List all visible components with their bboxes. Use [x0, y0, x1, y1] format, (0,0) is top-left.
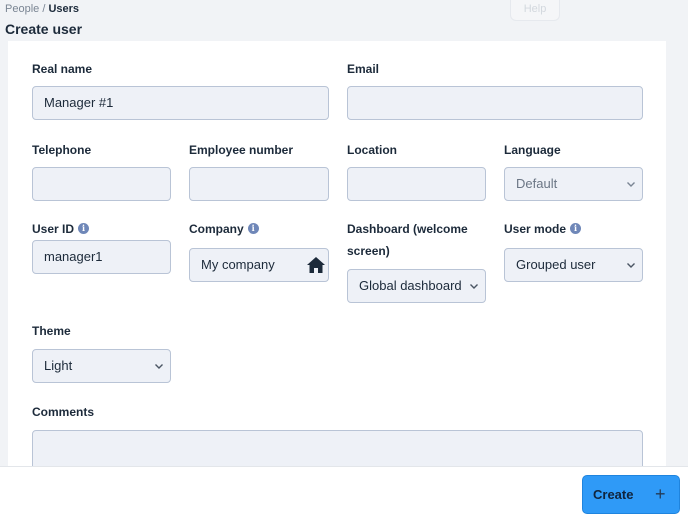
create-button-label: Create [593, 487, 634, 502]
create-button[interactable]: Create + [582, 475, 680, 514]
info-icon[interactable]: i [570, 223, 582, 234]
real-name-input[interactable]: Manager #1 [32, 86, 329, 120]
chevron-down-icon [470, 284, 478, 289]
company-label-text: Company [189, 222, 244, 236]
info-icon[interactable]: i [247, 223, 259, 234]
user-mode-label: User mode i [504, 218, 582, 240]
breadcrumb: People / Users [5, 3, 79, 15]
theme-select[interactable]: Light [32, 349, 171, 383]
company-label: Company i [189, 218, 259, 240]
employee-number-label: Employee number [189, 143, 294, 157]
chevron-down-icon [627, 182, 635, 187]
create-user-form: Real name Manager #1 Email Telephone Emp… [8, 41, 666, 466]
language-select[interactable]: Default [504, 167, 643, 201]
telephone-label: Telephone [32, 143, 92, 157]
plus-icon: + [655, 484, 666, 504]
dashboard-label-line2: screen) [347, 244, 390, 258]
dashboard-label: Dashboard (welcome screen) [347, 218, 487, 262]
user-mode-label-text: User mode [504, 222, 567, 236]
theme-label: Theme [32, 324, 71, 338]
dashboard-label-line1: Dashboard (welcome [347, 222, 468, 236]
user-mode-select[interactable]: Grouped user [504, 248, 643, 282]
help-button[interactable]: Help [510, 0, 560, 21]
email-input[interactable] [347, 86, 643, 120]
home-icon[interactable] [306, 255, 326, 275]
page-title: Create user [5, 21, 83, 37]
chevron-down-icon [155, 364, 163, 369]
comments-label: Comments [32, 405, 95, 419]
location-label: Location [347, 143, 397, 157]
user-id-input[interactable]: manager1 [32, 240, 171, 274]
breadcrumb-people-link[interactable]: People [5, 3, 39, 15]
company-select[interactable]: My company [189, 248, 329, 282]
breadcrumb-current: Users [48, 3, 80, 15]
dashboard-select[interactable]: Global dashboard [347, 269, 486, 303]
telephone-input[interactable] [32, 167, 171, 201]
theme-value: Light [44, 358, 73, 373]
info-icon[interactable]: i [78, 223, 90, 234]
chevron-down-icon [627, 263, 635, 268]
employee-number-input[interactable] [189, 167, 329, 201]
user-id-label-text: User ID [32, 222, 75, 236]
dashboard-value: Global dashboard [359, 278, 462, 293]
language-value: Default [516, 176, 558, 191]
comments-textarea[interactable] [32, 430, 643, 466]
real-name-label: Real name [32, 62, 93, 76]
company-value: My company [201, 257, 275, 272]
user-id-label: User ID i [32, 218, 90, 240]
language-label: Language [504, 143, 561, 157]
email-label: Email [347, 62, 380, 76]
user-mode-value: Grouped user [516, 257, 596, 272]
location-input[interactable] [347, 167, 486, 201]
